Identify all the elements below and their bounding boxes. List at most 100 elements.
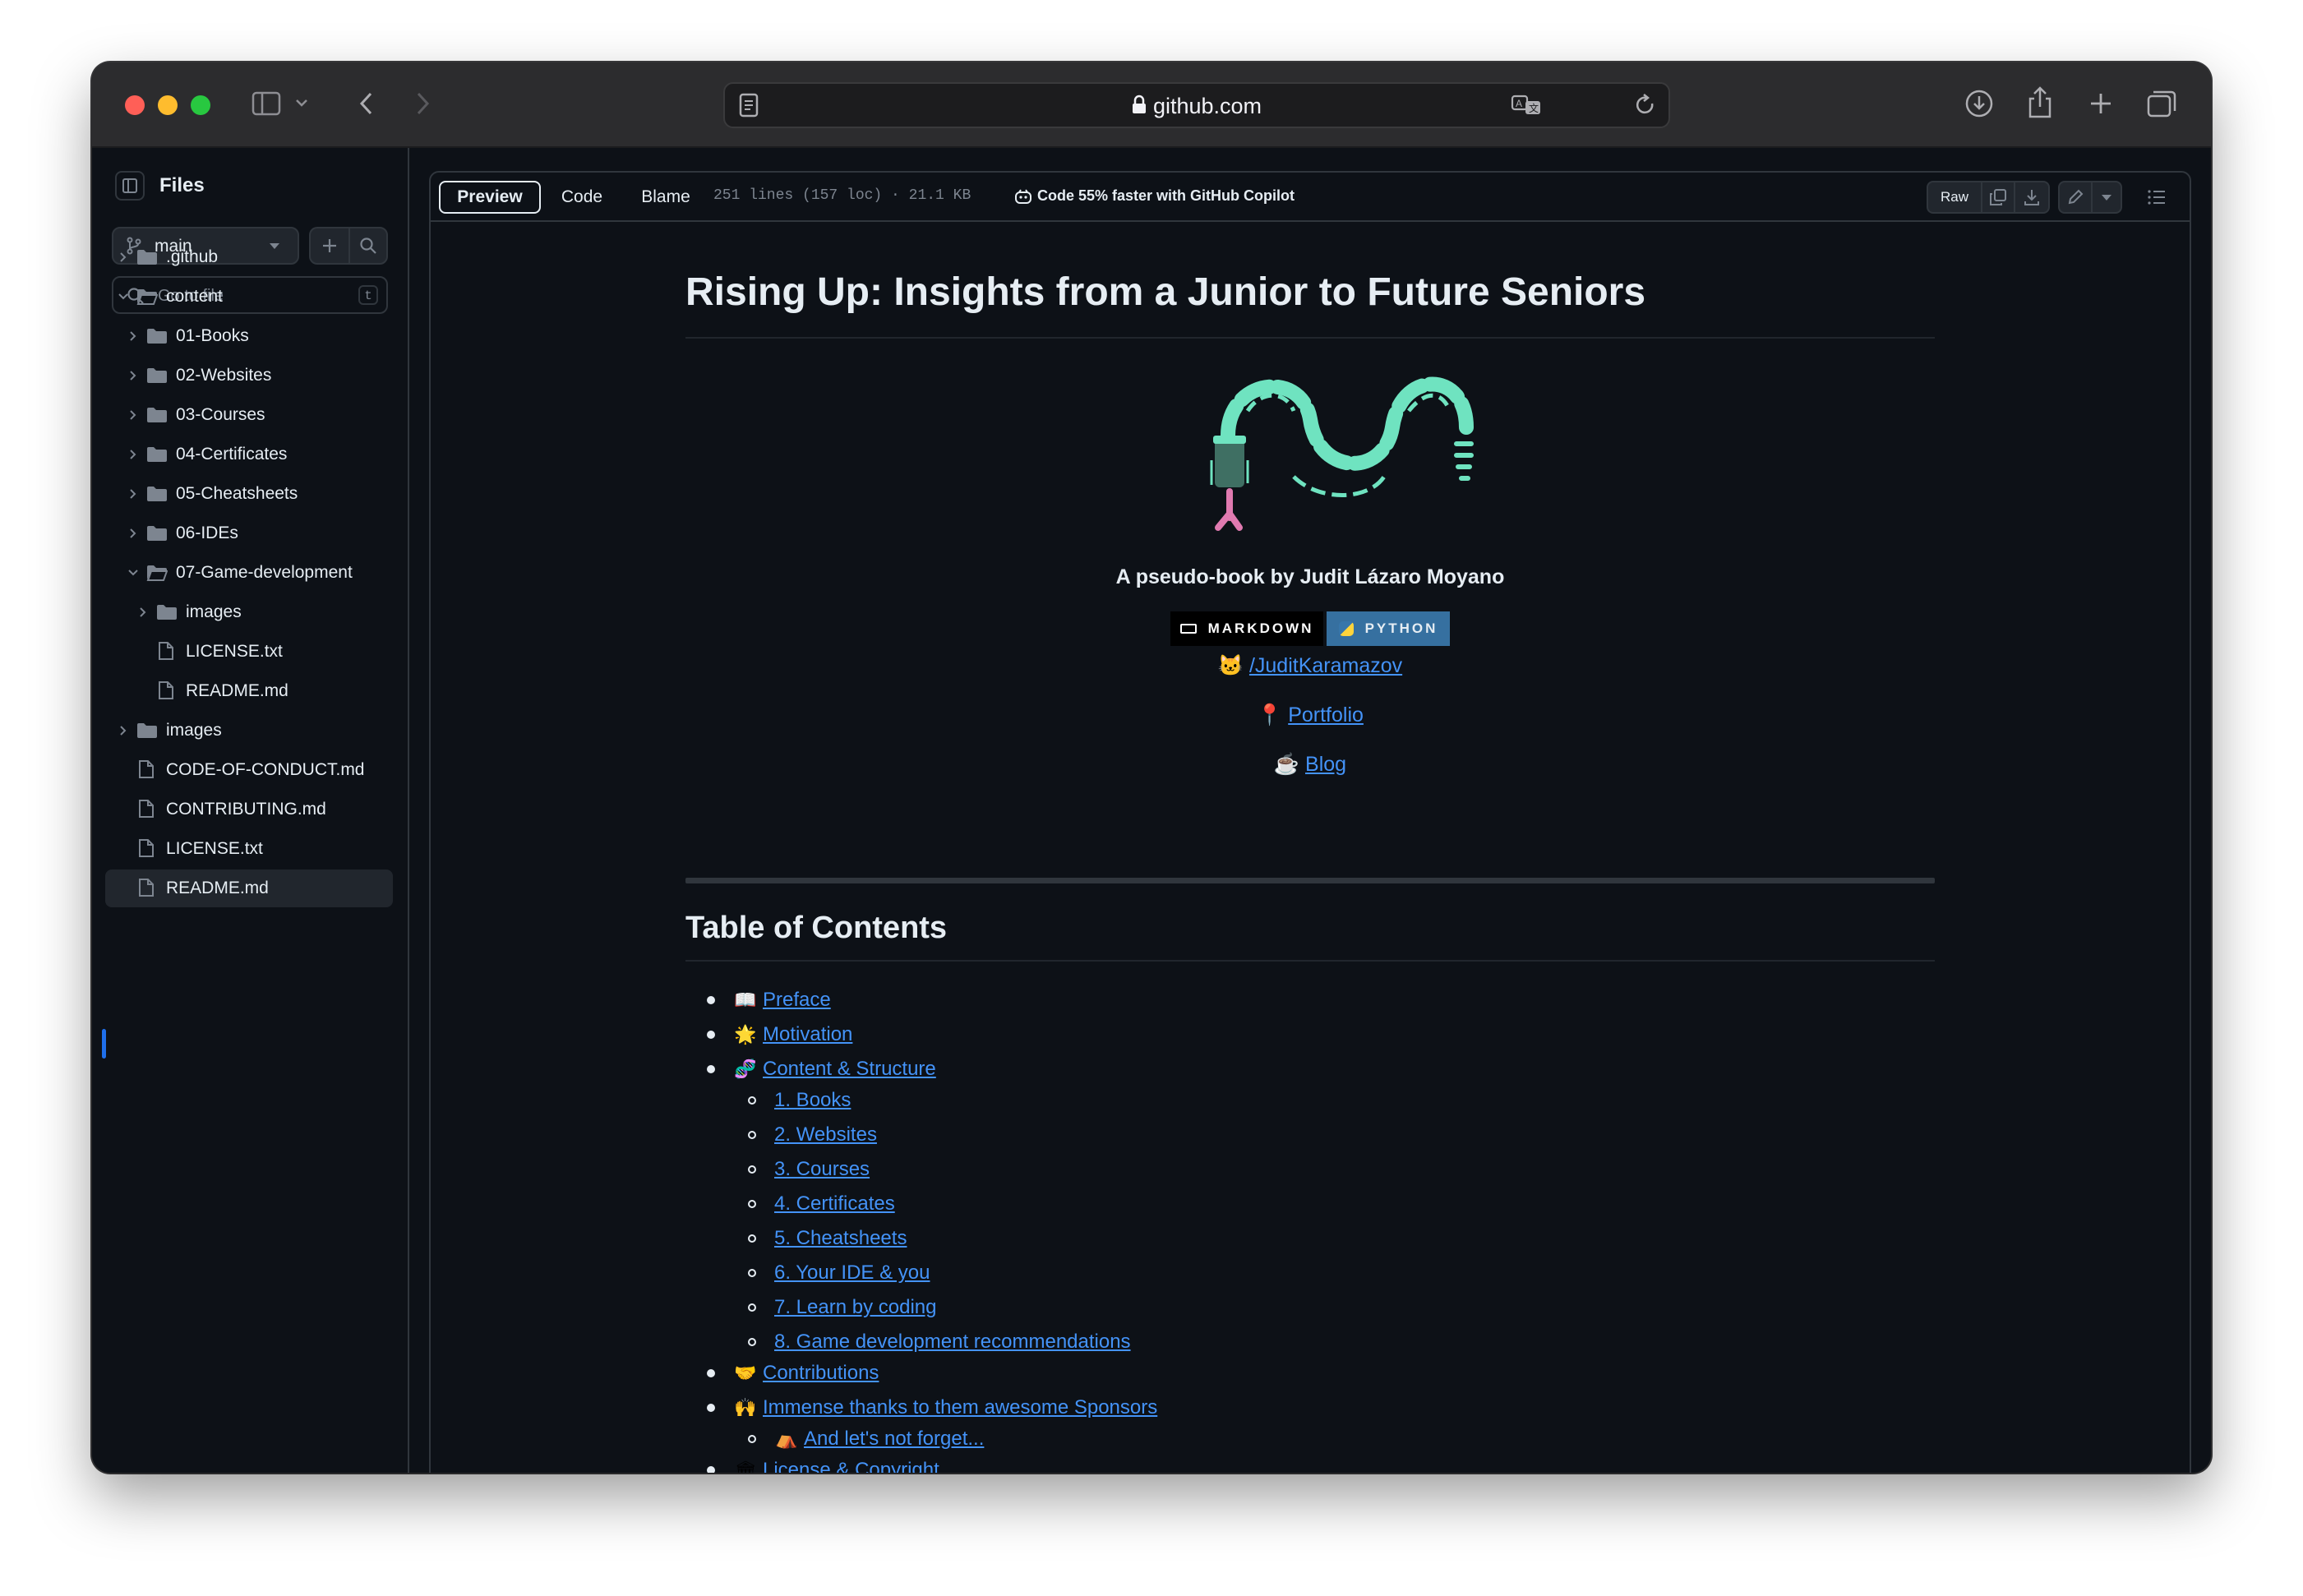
tree-item-label: CODE-OF-CONDUCT.md xyxy=(166,760,365,779)
toc-link[interactable]: 8. Game development recommendations xyxy=(774,1331,1131,1354)
tree-item-label: 04-Certificates xyxy=(176,445,288,464)
tree-file[interactable]: README.md xyxy=(105,672,393,710)
toc-link[interactable]: 1. Books xyxy=(774,1089,851,1112)
chevron-right-icon[interactable] xyxy=(135,607,151,618)
cat-icon: 🐱 xyxy=(1217,654,1244,677)
tree-folder[interactable]: 05-Cheatsheets xyxy=(105,475,393,513)
file-icon xyxy=(158,680,176,702)
circle-marker xyxy=(748,1435,756,1443)
new-tab-icon[interactable] xyxy=(2084,87,2117,120)
chevron-right-icon[interactable] xyxy=(125,449,141,460)
outline-button[interactable] xyxy=(2139,181,2175,214)
bullet-marker xyxy=(707,1404,715,1412)
tab-blame[interactable]: Blame xyxy=(626,181,705,214)
close-window-button[interactable] xyxy=(125,95,145,115)
bullet-marker xyxy=(707,1031,715,1039)
tree-file[interactable]: README.md xyxy=(105,869,393,907)
chevron-right-icon[interactable] xyxy=(125,330,141,342)
tree-item-label: 05-Cheatsheets xyxy=(176,484,298,503)
toc-link[interactable]: 4. Certificates xyxy=(774,1192,895,1215)
toc-link[interactable]: Content & Structure xyxy=(763,1058,936,1081)
tree-folder[interactable]: 03-Courses xyxy=(105,396,393,434)
chevron-down-icon[interactable] xyxy=(293,94,311,112)
translate-icon[interactable]: A文 xyxy=(1509,92,1545,118)
file-icon xyxy=(138,759,156,781)
pin-icon: 📍 xyxy=(1257,703,1283,727)
tree-folder[interactable]: 06-IDEs xyxy=(105,514,393,552)
tab-code[interactable]: Code xyxy=(547,181,616,214)
svg-text:文: 文 xyxy=(1529,102,1539,114)
tree-folder[interactable]: 01-Books xyxy=(105,317,393,355)
chevron-right-icon[interactable] xyxy=(125,370,141,381)
toc-link[interactable]: 5. Cheatsheets xyxy=(774,1227,907,1250)
reload-icon[interactable] xyxy=(1632,92,1659,118)
copilot-promo[interactable]: Code 55% faster with GitHub Copilot xyxy=(1014,187,1295,205)
edit-file-button[interactable] xyxy=(2058,181,2093,214)
tree-folder[interactable]: content xyxy=(105,278,393,316)
chevron-right-icon[interactable] xyxy=(125,409,141,421)
sidebar-toggle-icon[interactable] xyxy=(250,87,283,120)
portfolio-link[interactable]: Portfolio xyxy=(1288,703,1364,727)
forward-icon[interactable] xyxy=(411,89,436,118)
file-icon xyxy=(138,878,156,899)
project-logo xyxy=(1179,345,1491,542)
share-icon[interactable] xyxy=(2024,84,2056,120)
chevron-right-icon[interactable] xyxy=(125,528,141,539)
chevron-down-icon[interactable] xyxy=(125,569,141,577)
tree-folder[interactable]: .github xyxy=(105,238,393,276)
tree-folder[interactable]: 02-Websites xyxy=(105,357,393,394)
downloads-icon[interactable] xyxy=(1963,87,1996,120)
copy-icon xyxy=(1990,189,2006,205)
raw-button[interactable]: Raw xyxy=(1927,181,1982,214)
tree-folder[interactable]: 04-Certificates xyxy=(105,436,393,473)
toc-link[interactable]: 6. Your IDE & you xyxy=(774,1262,930,1285)
chevron-right-icon[interactable] xyxy=(115,725,132,736)
toc-emoji-icon: 🤝 xyxy=(734,1363,757,1383)
tree-item-label: .github xyxy=(166,247,219,266)
download-raw-button[interactable] xyxy=(2014,181,2050,214)
edit-options-button[interactable] xyxy=(2091,181,2122,214)
tree-file[interactable]: LICENSE.txt xyxy=(105,830,393,868)
tree-file[interactable]: CONTRIBUTING.md xyxy=(105,791,393,828)
portfolio-row: 📍 Portfolio xyxy=(685,703,1935,727)
blog-link[interactable]: Blog xyxy=(1305,753,1346,776)
collapse-sidebar-icon[interactable] xyxy=(115,171,145,201)
toc-link[interactable]: 7. Learn by coding xyxy=(774,1296,936,1319)
tree-folder[interactable]: images xyxy=(105,593,393,631)
chevron-right-icon[interactable] xyxy=(125,488,141,500)
toc-link[interactable]: 2. Websites xyxy=(774,1123,877,1146)
toc-emoji-icon: ⛺ xyxy=(775,1428,798,1449)
tab-overview-icon[interactable] xyxy=(2145,87,2178,120)
toc-link[interactable]: And let's not forget... xyxy=(804,1428,984,1451)
folder-open-icon xyxy=(146,565,168,581)
tree-item-label: CONTRIBUTING.md xyxy=(166,800,326,819)
toc-link[interactable]: 3. Courses xyxy=(774,1158,870,1181)
tree-file[interactable]: CODE-OF-CONDUCT.md xyxy=(105,751,393,789)
toc-subitem: 7. Learn by coding xyxy=(748,1294,936,1322)
tab-preview[interactable]: Preview xyxy=(439,181,541,214)
copy-raw-button[interactable] xyxy=(1981,181,2015,214)
tree-file[interactable]: LICENSE.txt xyxy=(105,633,393,671)
file-viewer: Preview Code Blame 251 lines (157 loc) ·… xyxy=(409,148,2211,1473)
tree-folder[interactable]: images xyxy=(105,712,393,750)
folder-icon xyxy=(146,525,168,542)
github-profile-link[interactable]: /JuditKaramazov xyxy=(1249,654,1402,677)
toc-link[interactable]: License & Copyright xyxy=(763,1459,939,1473)
tree-item-label: 07-Game-development xyxy=(176,563,353,582)
file-icon xyxy=(138,838,156,860)
toc-link[interactable]: Immense thanks to them awesome Sponsors xyxy=(763,1396,1157,1419)
toc-link[interactable]: Preface xyxy=(763,989,831,1012)
back-icon[interactable] xyxy=(353,89,378,118)
tree-item-label: README.md xyxy=(166,879,269,897)
circle-marker xyxy=(748,1096,756,1105)
toc-link[interactable]: Motivation xyxy=(763,1023,852,1046)
toc-link[interactable]: Contributions xyxy=(763,1362,879,1385)
chevron-down-icon[interactable] xyxy=(115,293,132,301)
minimize-window-button[interactable] xyxy=(158,95,178,115)
pencil-icon xyxy=(2068,189,2084,205)
toc-item: 🤝 Contributions xyxy=(707,1359,879,1387)
chevron-right-icon[interactable] xyxy=(115,251,132,263)
zoom-window-button[interactable] xyxy=(191,95,210,115)
tree-folder[interactable]: 07-Game-development xyxy=(105,554,393,592)
address-bar[interactable]: github.com A文 xyxy=(723,82,1670,128)
